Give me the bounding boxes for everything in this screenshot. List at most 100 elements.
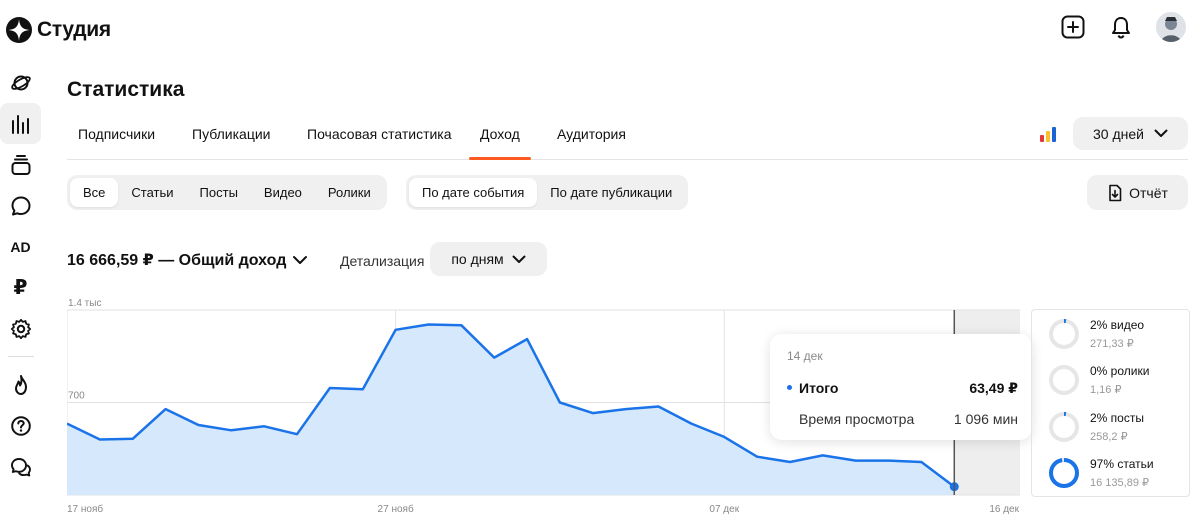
filter-videos[interactable]: Видео (251, 178, 315, 207)
notifications-button[interactable] (1108, 14, 1134, 40)
tab-publications[interactable]: Публикации (192, 126, 270, 142)
period-dropdown[interactable]: 30 дней (1073, 117, 1188, 150)
data-point (854, 459, 858, 463)
breakdown-shorts-value: 1,16 ₽ (1090, 384, 1122, 396)
sidebar-item-publications[interactable] (0, 144, 41, 185)
breakdown-video-value: 271,33 ₽ (1090, 338, 1134, 350)
y-tick-label: 1.4 тыс (68, 298, 101, 309)
total-income-dropdown[interactable]: 16 666,59 ₽ — Общий доход (67, 250, 308, 270)
data-point (755, 455, 759, 459)
data-point (361, 387, 365, 391)
ad-icon: AD (10, 238, 31, 255)
data-point (328, 386, 332, 390)
sidebar-item-comments[interactable] (0, 185, 41, 226)
sidebar-item-overview[interactable] (0, 62, 41, 103)
sidebar-item-settings[interactable] (0, 308, 41, 349)
data-point (492, 356, 496, 360)
tooltip-total-label: Итого (799, 380, 839, 396)
chart-tooltip: 14 дек Итого 63,49 ₽ Время просмотра 1 0… (770, 334, 1032, 440)
breakdown-articles-value: 16 135,89 ₽ (1090, 477, 1149, 489)
tab-hourly[interactable]: Почасовая статистика (307, 126, 452, 142)
data-point (722, 435, 726, 439)
report-button[interactable]: Отчёт (1087, 175, 1188, 210)
donut-ring-posts (1049, 412, 1079, 442)
fire-icon (14, 374, 27, 395)
content-type-filter: Все Статьи Посты Видео Ролики (67, 175, 387, 210)
breakdown-item-video[interactable]: 2% видео 271,33 ₽ (1048, 316, 1188, 356)
help-icon (10, 415, 31, 436)
data-point (164, 407, 168, 411)
data-point (262, 424, 266, 428)
file-export-icon (1109, 184, 1122, 201)
colored-bars-icon[interactable] (1039, 126, 1057, 142)
user-avatar-icon (1156, 12, 1186, 42)
messages-icon (10, 457, 31, 476)
bell-icon (1112, 17, 1130, 39)
filter-by-publish-date[interactable]: По дате публикации (537, 178, 685, 207)
data-point (426, 323, 430, 327)
data-point (657, 404, 661, 408)
data-point (919, 460, 923, 464)
ruble-icon: ₽ (13, 277, 28, 299)
y-tick-label: 700 (68, 391, 85, 402)
detail-value: по дням (451, 251, 504, 267)
avatar[interactable] (1156, 12, 1186, 42)
page-title: Статистика (67, 78, 185, 101)
data-point (98, 438, 102, 442)
date-mode-filter: По дате события По дате публикации (406, 175, 689, 210)
stack-icon (11, 154, 30, 175)
sidebar-item-trends[interactable] (0, 364, 41, 405)
x-tick-label: 16 дек (989, 504, 1019, 515)
data-point (525, 337, 529, 341)
tooltip-date: 14 дек (787, 349, 823, 363)
sidebar-item-monetization[interactable]: ₽ (0, 267, 41, 308)
filter-posts[interactable]: Посты (187, 178, 251, 207)
detail-dropdown[interactable]: по дням (430, 242, 547, 276)
breakdown-item-shorts[interactable]: 0% ролики 1,16 ₽ (1048, 362, 1188, 402)
breakdown-item-posts[interactable]: 2% посты 258,2 ₽ (1048, 409, 1188, 449)
stats-tabs: Подписчики Публикации Почасовая статисти… (67, 116, 1188, 160)
data-point (229, 428, 233, 432)
breakdown-posts-label: 2% посты (1090, 411, 1144, 425)
tab-subscribers[interactable]: Подписчики (78, 126, 155, 142)
data-point (295, 432, 299, 436)
sidebar-item-feedback[interactable] (0, 446, 41, 487)
sidebar-item-help[interactable] (0, 405, 41, 446)
filter-by-event-date[interactable]: По дате события (409, 178, 538, 207)
tooltip-total-value: 63,49 ₽ (969, 380, 1018, 396)
breakdown-item-articles[interactable]: 97% статьи 16 135,89 ₽ (1048, 455, 1188, 495)
data-point (459, 323, 463, 327)
donut-ring-shorts (1049, 365, 1079, 395)
filter-all[interactable]: Все (70, 178, 119, 207)
x-tick-label: 07 дек (709, 504, 739, 515)
data-point (689, 422, 693, 426)
breakdown-posts-value: 258,2 ₽ (1090, 431, 1128, 443)
filter-shorts[interactable]: Ролики (315, 178, 384, 207)
sidebar-item-statistics[interactable] (0, 103, 41, 144)
breakdown-video-label: 2% видео (1090, 318, 1145, 332)
tooltip-watch-time-label: Время просмотра (799, 411, 915, 427)
period-value: 30 дней (1093, 125, 1144, 142)
tooltip-series-dot (787, 385, 792, 390)
filter-articles[interactable]: Статьи (118, 178, 186, 207)
data-point (196, 423, 200, 427)
donut-ring-articles (1049, 458, 1079, 488)
data-point (788, 460, 792, 464)
sidebar-divider (7, 356, 34, 357)
chevron-down-icon (512, 255, 526, 263)
tab-audience[interactable]: Аудитория (557, 126, 626, 142)
income-breakdown: 2% видео 271,33 ₽ 0% ролики 1,16 ₽ 2% по… (1031, 309, 1190, 497)
top-actions (1060, 12, 1186, 42)
tab-income[interactable]: Доход (469, 126, 531, 160)
planet-icon (10, 75, 31, 90)
studio-logo[interactable]: Студия (5, 16, 111, 44)
chat-bubble-icon (11, 196, 30, 215)
studio-logo-icon (6, 17, 32, 43)
sidebar-item-ads[interactable]: AD (0, 226, 41, 267)
data-point (887, 459, 891, 463)
total-income-text: 16 666,59 ₽ — Общий доход (67, 252, 287, 269)
data-point (591, 411, 595, 415)
chevron-down-icon (293, 256, 308, 264)
x-tick-label: 27 нояб (378, 503, 414, 515)
create-button[interactable] (1060, 14, 1086, 40)
